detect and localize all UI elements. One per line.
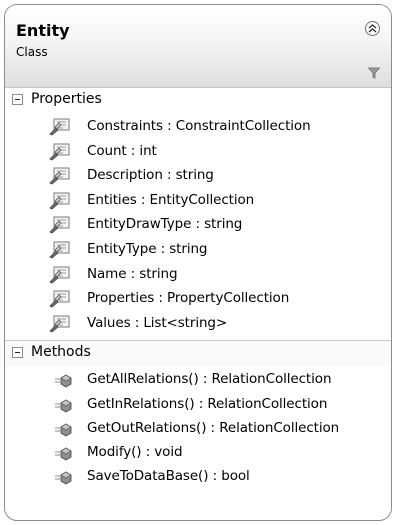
method-item[interactable]: SaveToDataBase() : bool bbox=[5, 465, 391, 489]
methods-section-label: Methods bbox=[31, 344, 91, 361]
methods-collapse-toggle[interactable] bbox=[12, 347, 23, 359]
method-item-label: SaveToDataBase() : bool bbox=[87, 468, 250, 485]
property-icon bbox=[49, 192, 71, 210]
properties-collapse-toggle[interactable] bbox=[12, 94, 23, 105]
class-stereotype: Class bbox=[16, 45, 48, 59]
class-header: Entity Class bbox=[5, 5, 391, 88]
class-shape[interactable]: Entity Class Properties Constraints : Co… bbox=[4, 4, 392, 521]
property-item-label: Name : string bbox=[87, 265, 178, 282]
method-icon bbox=[55, 422, 73, 437]
properties-list: Constraints : ConstraintCollection Count … bbox=[5, 113, 391, 340]
method-item[interactable]: GetInRelations() : RelationCollection bbox=[5, 393, 391, 417]
property-item-label: Properties : PropertyCollection bbox=[87, 290, 290, 307]
property-item-label: Description : string bbox=[87, 167, 214, 184]
property-icon bbox=[49, 290, 71, 308]
property-item-label: Constraints : ConstraintCollection bbox=[87, 118, 311, 134]
property-item[interactable]: Description : string bbox=[5, 164, 391, 189]
property-icon bbox=[49, 118, 71, 136]
method-item[interactable]: GetOutRelations() : RelationCollection bbox=[5, 417, 391, 441]
methods-section-header: Methods bbox=[5, 340, 391, 367]
properties-section-header: Properties bbox=[5, 88, 391, 113]
property-icon bbox=[49, 167, 71, 185]
property-item-label: Count : int bbox=[87, 142, 157, 159]
method-icon bbox=[55, 398, 73, 413]
method-icon bbox=[55, 373, 73, 388]
property-item[interactable]: Name : string bbox=[5, 263, 391, 288]
property-item[interactable]: EntityType : string bbox=[5, 238, 391, 263]
method-icon bbox=[55, 446, 73, 461]
method-item-label: Modify() : void bbox=[87, 443, 183, 460]
method-item-label: GetAllRelations() : RelationCollection bbox=[87, 371, 332, 388]
method-item-label: GetOutRelations() : RelationCollection bbox=[87, 419, 340, 436]
property-item-label: Entities : EntityCollection bbox=[87, 191, 255, 208]
property-item[interactable]: Constraints : ConstraintCollection bbox=[5, 115, 391, 140]
property-item-label: EntityDrawType : string bbox=[87, 216, 243, 233]
property-item-label: EntityType : string bbox=[87, 240, 208, 257]
method-icon bbox=[55, 470, 73, 485]
property-icon bbox=[49, 266, 71, 284]
methods-list: GetAllRelations() : RelationCollection Ge… bbox=[5, 366, 391, 493]
filter-icon[interactable] bbox=[368, 67, 380, 79]
property-item[interactable]: Entities : EntityCollection bbox=[5, 189, 391, 214]
properties-section-label: Properties bbox=[31, 91, 102, 107]
method-item[interactable]: GetAllRelations() : RelationCollection bbox=[5, 368, 391, 392]
property-icon bbox=[49, 241, 71, 259]
property-item[interactable]: Properties : PropertyCollection bbox=[5, 287, 391, 312]
property-icon bbox=[49, 315, 71, 333]
property-item[interactable]: Values : List<string> bbox=[5, 312, 391, 337]
method-item[interactable]: Modify() : void bbox=[5, 441, 391, 465]
class-name: Entity bbox=[16, 21, 70, 40]
property-icon bbox=[49, 143, 71, 161]
method-item-label: GetInRelations() : RelationCollection bbox=[87, 395, 328, 412]
property-item-label: Values : List<string> bbox=[87, 314, 228, 331]
property-item[interactable]: EntityDrawType : string bbox=[5, 213, 391, 238]
collapse-icon[interactable] bbox=[365, 21, 380, 36]
property-item[interactable]: Count : int bbox=[5, 140, 391, 165]
property-icon bbox=[49, 216, 71, 234]
